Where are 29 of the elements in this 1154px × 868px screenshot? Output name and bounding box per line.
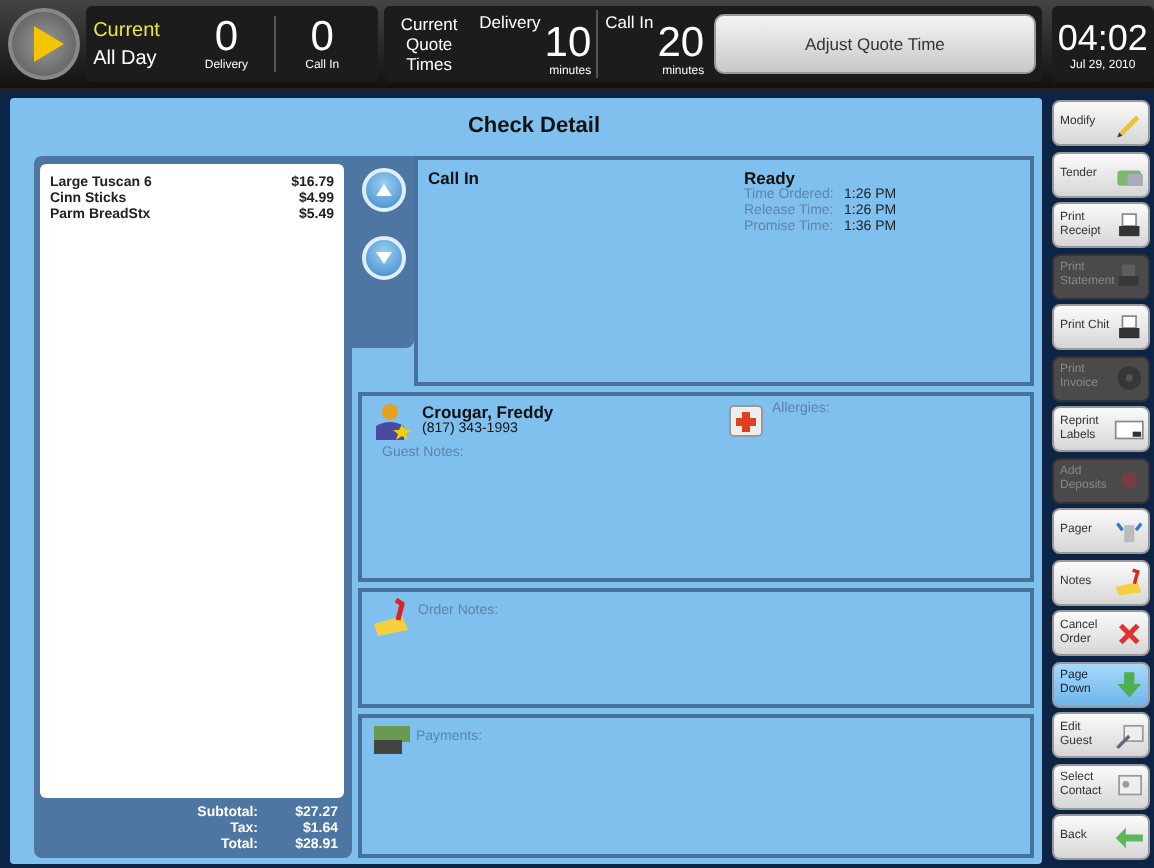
period-value: All Day — [93, 47, 159, 69]
disc-icon — [1113, 362, 1144, 394]
quote-minutes: 10 — [544, 22, 592, 66]
note-pin-icon — [1113, 566, 1144, 598]
scroll-down-button[interactable] — [361, 236, 405, 280]
play-button[interactable] — [8, 8, 80, 80]
note-pin-icon — [372, 598, 412, 638]
first-aid-icon — [728, 402, 764, 438]
quote-times-label: Current Quote Times — [398, 14, 460, 74]
printer-icon — [1113, 209, 1144, 241]
up-caret-icon — [373, 182, 393, 198]
count-number: 0 — [214, 16, 239, 60]
scroll-up-button[interactable] — [361, 168, 405, 212]
clock-time: 04:02 — [1057, 17, 1148, 59]
order-status: Ready — [744, 168, 796, 188]
printer-icon — [1113, 311, 1144, 343]
period-label: Current — [93, 19, 162, 41]
order-type: Call In — [428, 168, 482, 192]
quote-minutes: 20 — [657, 22, 705, 66]
down-caret-icon — [373, 250, 393, 266]
quote-type-label: Call In — [605, 12, 654, 32]
panel-title: Check Detail — [465, 112, 603, 142]
quote-type-label: Delivery — [479, 12, 541, 32]
printer-icon — [1114, 260, 1144, 292]
adjust-quote-time-button[interactable]: Adjust Quote Time — [714, 14, 1036, 74]
guest-icon — [372, 402, 412, 442]
count-number: 0 — [310, 16, 334, 60]
down-arrow-icon — [1113, 668, 1144, 700]
customer-name: Crougar, Freddy — [422, 402, 554, 422]
